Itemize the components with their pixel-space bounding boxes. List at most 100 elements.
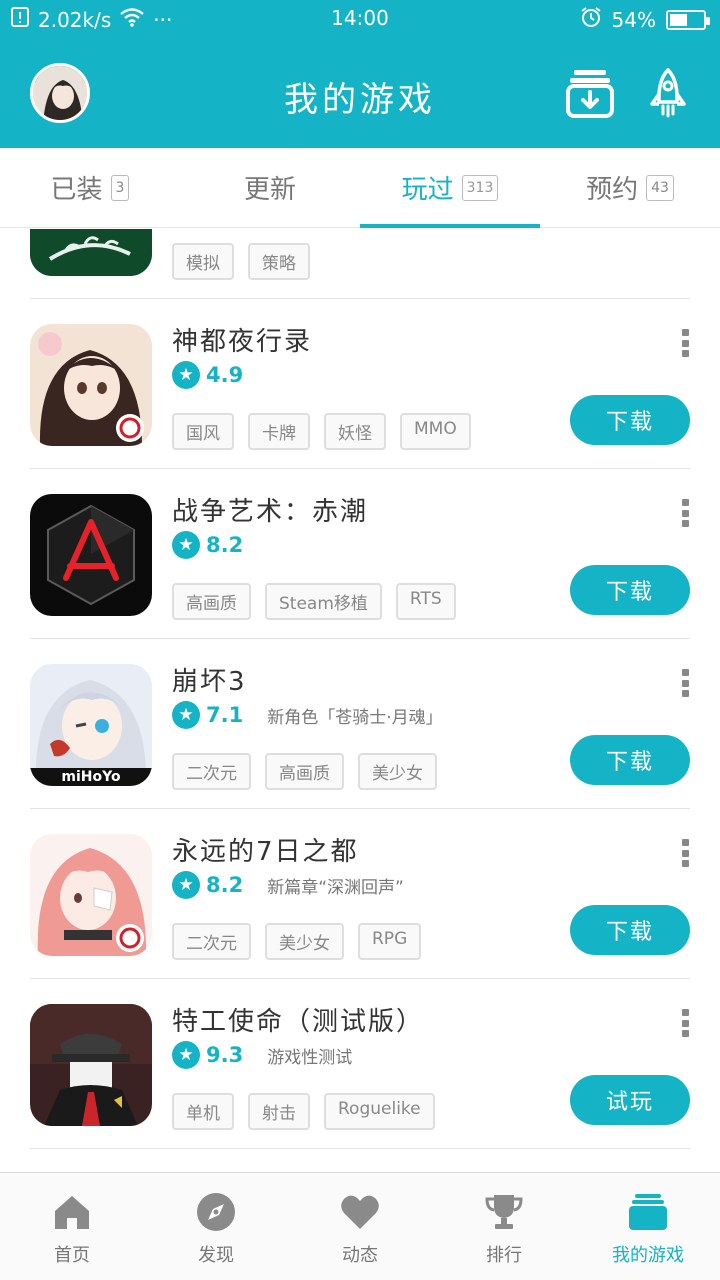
rating: ★ 7.1 新角色「苍骑士·月魂」: [172, 701, 443, 729]
score: 9.3: [206, 1043, 244, 1067]
alarm-icon: [580, 6, 602, 33]
list-item[interactable]: 神都夜行录 ★ 4.9 国风 卡牌 妖怪 MMO 下载: [0, 299, 720, 469]
mihoyo-logo: miHoYo: [61, 769, 121, 785]
trial-button[interactable]: 试玩: [570, 1075, 690, 1125]
played-games-list[interactable]: 模拟 策略 神都夜行录 ★ 4.9 国风 卡牌 妖怪 MMO 下载 战争艺术：赤…: [0, 229, 720, 1171]
tag-list: 单机 射击 Roguelike: [172, 1093, 435, 1130]
battery-icon: [666, 9, 710, 30]
update-note: 新角色「苍骑士·月魂」: [267, 707, 443, 728]
score: 4.9: [206, 363, 244, 387]
heart-icon: [341, 1195, 379, 1229]
tab-count-badge: 43: [646, 174, 674, 201]
nav-label: 首页: [54, 1245, 90, 1266]
battery-percent: 54%: [611, 7, 656, 32]
more-options-icon[interactable]: [682, 669, 690, 697]
tag[interactable]: 二次元: [172, 753, 251, 790]
list-item[interactable]: 永远的7日之都 ★ 8.2 新篇章“深渊回声” 二次元 美少女 RPG 下载: [0, 809, 720, 979]
star-icon: ★: [172, 871, 200, 899]
score: 8.2: [206, 533, 244, 557]
nav-my-games[interactable]: 我的游戏: [576, 1173, 720, 1280]
rating: ★ 8.2 新篇章“深渊回声”: [172, 871, 404, 899]
nav-label: 排行: [486, 1245, 522, 1266]
tag[interactable]: 妖怪: [324, 413, 386, 450]
list-item[interactable]: 特工使命（测试版） ★ 9.3 游戏性测试 单机 射击 Roguelike 试玩: [0, 979, 720, 1149]
tag[interactable]: MMO: [400, 413, 471, 450]
nav-discover[interactable]: 发现: [144, 1173, 288, 1280]
star-icon: ★: [172, 701, 200, 729]
rating: ★ 4.9: [172, 361, 243, 389]
tag-list: 模拟 策略: [172, 243, 310, 280]
tag-list: 国风 卡牌 妖怪 MMO: [172, 413, 471, 450]
download-button[interactable]: 下载: [570, 395, 690, 445]
rocket-icon[interactable]: [644, 67, 692, 118]
game-name[interactable]: 特工使命（测试版）: [172, 1001, 424, 1038]
star-icon: ★: [172, 1041, 200, 1069]
tab-count-badge: 3: [110, 174, 130, 201]
game-name[interactable]: 神都夜行录: [172, 321, 312, 358]
game-icon: miHoYo: [30, 664, 152, 786]
nav-activity[interactable]: 动态: [288, 1173, 432, 1280]
download-button[interactable]: 下载: [570, 735, 690, 785]
game-name[interactable]: 战争艺术：赤潮: [172, 491, 368, 528]
more-options-icon[interactable]: [682, 329, 690, 357]
list-item[interactable]: 模拟 策略: [0, 229, 720, 299]
tag[interactable]: RPG: [358, 923, 422, 960]
game-icon: [30, 324, 152, 446]
rating: ★ 8.2: [172, 531, 243, 559]
star-icon: ★: [172, 361, 200, 389]
tag[interactable]: 策略: [248, 243, 310, 280]
score: 8.2: [206, 873, 244, 897]
list-item[interactable]: miHoYo 崩坏3 ★ 7.1 新角色「苍骑士·月魂」 二次元 高画质 美少女…: [0, 639, 720, 809]
game-icon: [30, 834, 152, 956]
nav-label: 发现: [198, 1245, 234, 1266]
tab-reserved[interactable]: 预约 43: [540, 148, 720, 227]
trophy-icon: [485, 1195, 523, 1229]
tag[interactable]: 国风: [172, 413, 234, 450]
tab-installed[interactable]: 已装 3: [0, 148, 180, 227]
tag[interactable]: Steam移植: [265, 583, 382, 620]
nav-ranking[interactable]: 排行: [432, 1173, 576, 1280]
stack-icon: [629, 1194, 667, 1230]
nav-label: 动态: [342, 1245, 378, 1266]
bottom-navigation: 首页 发现 动态 排行 我的游戏: [0, 1172, 720, 1280]
tag[interactable]: 二次元: [172, 923, 251, 960]
list-item[interactable]: 战争艺术：赤潮 ★ 8.2 高画质 Steam移植 RTS 下载: [0, 469, 720, 639]
tag[interactable]: Roguelike: [324, 1093, 435, 1130]
tag[interactable]: 单机: [172, 1093, 234, 1130]
tag[interactable]: 高画质: [265, 753, 344, 790]
update-note: 新篇章“深渊回声”: [267, 877, 404, 898]
tab-label: 预约: [586, 175, 639, 205]
tag[interactable]: 美少女: [358, 753, 437, 790]
tab-bar: 已装 3 更新 玩过 313 预约 43: [0, 148, 720, 228]
tag[interactable]: 射击: [248, 1093, 310, 1130]
download-button[interactable]: 下载: [570, 905, 690, 955]
score: 7.1: [206, 703, 244, 727]
star-icon: ★: [172, 531, 200, 559]
game-icon: [30, 229, 152, 276]
nav-home[interactable]: 首页: [0, 1173, 144, 1280]
game-name[interactable]: 永远的7日之都: [172, 831, 359, 868]
tab-updates[interactable]: 更新: [180, 148, 360, 227]
status-bar: 2.02k/s ··· 14:00 54%: [0, 0, 720, 38]
tag[interactable]: 高画质: [172, 583, 251, 620]
tab-played[interactable]: 玩过 313: [360, 148, 540, 228]
home-icon: [55, 1196, 89, 1229]
download-manager-icon[interactable]: [566, 68, 614, 118]
tag[interactable]: RTS: [395, 583, 456, 620]
more-options-icon[interactable]: [682, 499, 690, 527]
tag-list: 高画质 Steam移植 RTS: [172, 583, 456, 620]
divider: [30, 1148, 690, 1149]
battery-level: [670, 13, 688, 26]
game-name[interactable]: 崩坏3: [172, 661, 247, 698]
tag-list: 二次元 美少女 RPG: [172, 923, 422, 960]
tag[interactable]: 模拟: [172, 243, 234, 280]
game-icon: [30, 494, 152, 616]
tag[interactable]: 卡牌: [248, 413, 310, 450]
more-options-icon[interactable]: [682, 839, 690, 867]
download-button[interactable]: 下载: [570, 565, 690, 615]
tag[interactable]: 美少女: [265, 923, 344, 960]
more-options-icon[interactable]: [682, 1009, 690, 1037]
compass-icon: [197, 1193, 235, 1231]
tab-label: 玩过: [401, 175, 454, 205]
game-icon: [30, 1004, 152, 1126]
